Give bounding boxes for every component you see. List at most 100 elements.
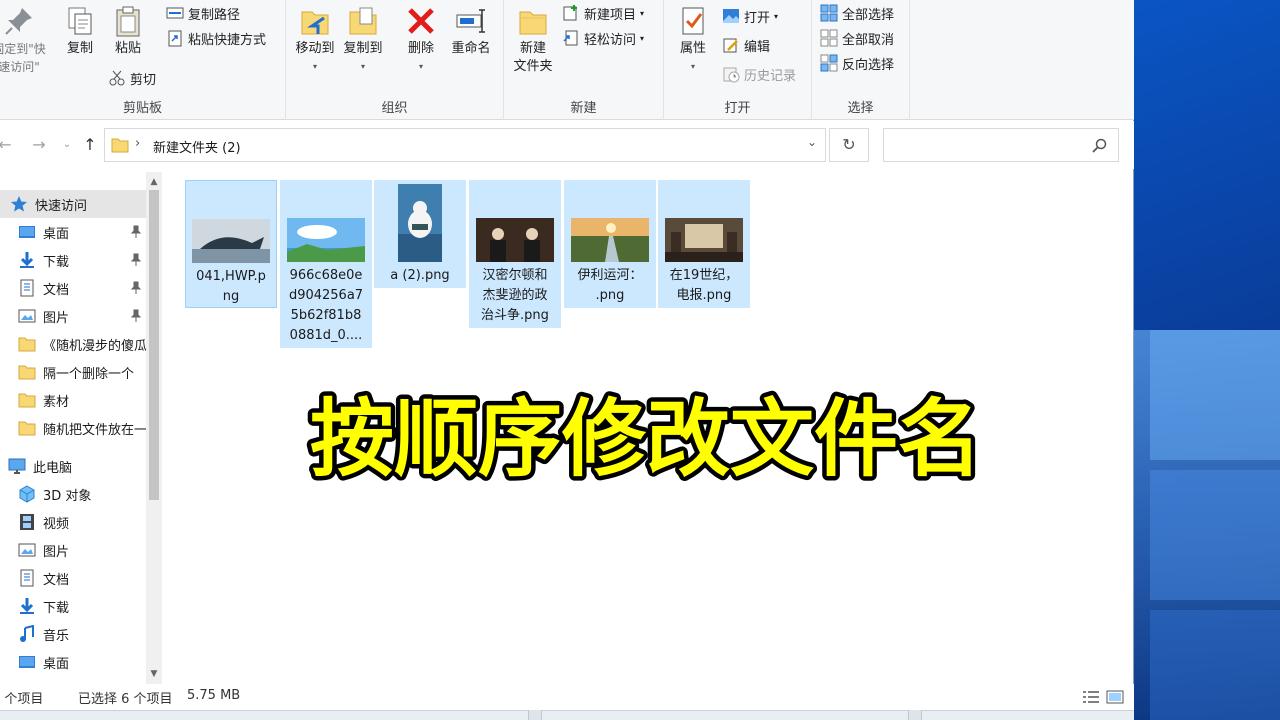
scroll-down-arrow-icon[interactable]: ▼ <box>146 666 162 682</box>
address-bar[interactable]: › 新建文件夹 (2) ⌄ <box>104 128 826 162</box>
nav-item-pictures[interactable]: 图片 <box>0 302 146 330</box>
rename-button[interactable]: 重命名 <box>446 4 496 58</box>
select-none-button[interactable]: 全部取消 <box>820 27 894 49</box>
new-item-button[interactable]: 新建项目 ▾ <box>562 2 644 24</box>
navigation-pane: 快速访问 桌面 下载 文档 图片 《随机漫步的傻瓜》 隔一个删除一个 <box>0 172 162 684</box>
nav-item-pictures[interactable]: 图片 <box>0 536 146 564</box>
up-button[interactable]: ↑ <box>79 134 101 156</box>
nav-item-downloads[interactable]: 下载 <box>0 592 146 620</box>
nav-item-documents[interactable]: 文档 <box>0 274 146 302</box>
nav-item-label: 文档 <box>43 282 70 298</box>
refresh-button[interactable]: ↻ <box>829 128 869 162</box>
rename-label: 重命名 <box>451 41 491 56</box>
music-note-icon <box>20 625 34 642</box>
file-item[interactable]: a (2).png <box>374 180 466 288</box>
easy-access-icon <box>563 30 578 46</box>
new-item-dropdown-icon: ▾ <box>640 8 645 18</box>
clipboard-group-title: 剪贴板 <box>122 101 162 116</box>
copy-to-button[interactable]: 复制到 ▾ <box>340 4 386 76</box>
taskbar-segment <box>908 710 922 720</box>
document-icon <box>20 569 34 587</box>
delete-dropdown-icon: ▾ <box>418 62 423 71</box>
file-item[interactable]: 在19世纪， 电报.png <box>658 180 750 308</box>
nav-item-desktop[interactable]: 桌面 <box>0 648 146 676</box>
new-item-label: 新建项目 <box>584 7 637 23</box>
details-view-icon[interactable] <box>1082 689 1100 705</box>
copy-button[interactable]: 复制 <box>60 4 100 58</box>
large-icons-view-icon[interactable] <box>1106 689 1124 705</box>
picture-icon <box>18 309 36 323</box>
invert-selection-button[interactable]: 反向选择 <box>820 52 894 74</box>
copy-path-button[interactable]: 复制路径 <box>166 2 240 24</box>
nav-item-music[interactable]: 音乐 <box>0 620 146 648</box>
new-folder-button[interactable]: 新建 文件夹 <box>508 4 558 76</box>
breadcrumb-separator-icon: › <box>135 136 141 151</box>
new-folder-label: 新建 文件夹 <box>513 41 553 74</box>
paste-shortcut-button[interactable]: 粘贴快捷方式 <box>166 27 266 49</box>
select-all-button[interactable]: 全部选择 <box>820 2 894 24</box>
new-group: 新建 文件夹 新建项目 ▾ 轻松访问 ▾ 新建 <box>504 0 664 120</box>
move-to-button[interactable]: 移动到 ▾ <box>292 4 338 76</box>
cube-icon <box>19 485 35 503</box>
nav-item-label: 3D 对象 <box>43 488 92 504</box>
file-thumbnail <box>665 218 743 262</box>
file-explorer-window: 固定到"快速访问" 复制 粘贴 复制路径 粘贴快捷方式 剪切 剪 <box>0 0 1134 710</box>
history-button[interactable]: 历史记录 <box>722 63 796 85</box>
search-input[interactable] <box>883 128 1119 162</box>
scroll-up-arrow-icon[interactable]: ▲ <box>146 174 162 190</box>
scroll-thumb[interactable] <box>149 190 159 500</box>
folder-icon <box>111 138 129 153</box>
selected-count: 已选择 6 个项目 <box>78 692 173 707</box>
properties-button[interactable]: 属性 ▾ <box>670 4 716 76</box>
copy-label: 复制 <box>66 41 93 56</box>
file-item[interactable]: 966c68e0e d904256a7 5b62f81b8 0881d_0...… <box>280 180 372 348</box>
nav-item-this-pc[interactable]: 此电脑 <box>0 452 146 480</box>
nav-item-videos[interactable]: 视频 <box>0 508 146 536</box>
download-arrow-icon <box>20 252 34 268</box>
address-path[interactable]: 新建文件夹 (2) <box>153 137 241 156</box>
recent-locations-button[interactable]: ⌄ <box>56 134 78 156</box>
address-dropdown-icon[interactable]: ⌄ <box>807 135 817 149</box>
nav-item-label: 图片 <box>43 544 70 560</box>
nav-item-downloads[interactable]: 下载 <box>0 246 146 274</box>
wallpaper-window-pane <box>1150 470 1280 600</box>
file-name: 伊利运河： .png <box>577 268 643 303</box>
file-item[interactable]: 伊利运河： .png <box>564 180 656 308</box>
desktop-icon <box>19 656 35 668</box>
nav-item-folder[interactable]: 《随机漫步的傻瓜》 <box>0 330 146 358</box>
paste-button[interactable]: 粘贴 <box>108 4 148 58</box>
pin-quick-access-button[interactable]: 固定到"快速访问" <box>0 4 50 76</box>
forward-button[interactable]: → <box>28 134 50 156</box>
forward-arrow-icon: → <box>32 135 46 154</box>
edit-icon <box>723 38 738 53</box>
nav-item-desktop[interactable]: 桌面 <box>0 218 146 246</box>
nav-pane-scrollbar[interactable]: ▲ ▼ <box>146 172 162 684</box>
copy-path-icon <box>166 7 184 19</box>
delete-button[interactable]: 删除 ▾ <box>400 4 442 76</box>
nav-item-folder[interactable]: 素材 <box>0 386 146 414</box>
refresh-icon: ↻ <box>842 135 856 154</box>
nav-item-folder[interactable]: 隔一个删除一个 <box>0 358 146 386</box>
edit-button[interactable]: 编辑 <box>722 34 770 56</box>
nav-item-label: 文档 <box>43 572 70 588</box>
easy-access-button[interactable]: 轻松访问 ▾ <box>562 27 644 49</box>
back-button[interactable]: ← <box>0 134 16 156</box>
open-button[interactable]: 打开 ▾ <box>722 5 778 27</box>
file-item[interactable]: 041,HWP.p ng <box>185 180 277 308</box>
nav-item-documents[interactable]: 文档 <box>0 564 146 592</box>
nav-item-quick-access[interactable]: 快速访问 <box>0 190 146 218</box>
new-item-icon <box>563 5 577 21</box>
nav-item-folder[interactable]: 随机把文件放在一起 <box>0 414 146 442</box>
easy-access-label: 轻松访问 <box>584 32 637 48</box>
select-group: 全部选择 全部取消 反向选择 选择 <box>812 0 910 120</box>
folder-icon <box>18 421 36 436</box>
open-label: 打开 <box>744 10 771 26</box>
select-none-label: 全部取消 <box>842 32 895 48</box>
file-name: 在19世纪， 电报.png <box>669 268 739 303</box>
cut-button[interactable]: 剪切 <box>108 67 156 89</box>
file-item[interactable]: 汉密尔顿和 杰斐逊的政 治斗争.png <box>469 180 561 328</box>
nav-item-label: 桌面 <box>43 656 70 672</box>
taskbar-segment <box>528 710 542 720</box>
delete-label: 删除 <box>407 41 434 56</box>
nav-item-3d-objects[interactable]: 3D 对象 <box>0 480 146 508</box>
